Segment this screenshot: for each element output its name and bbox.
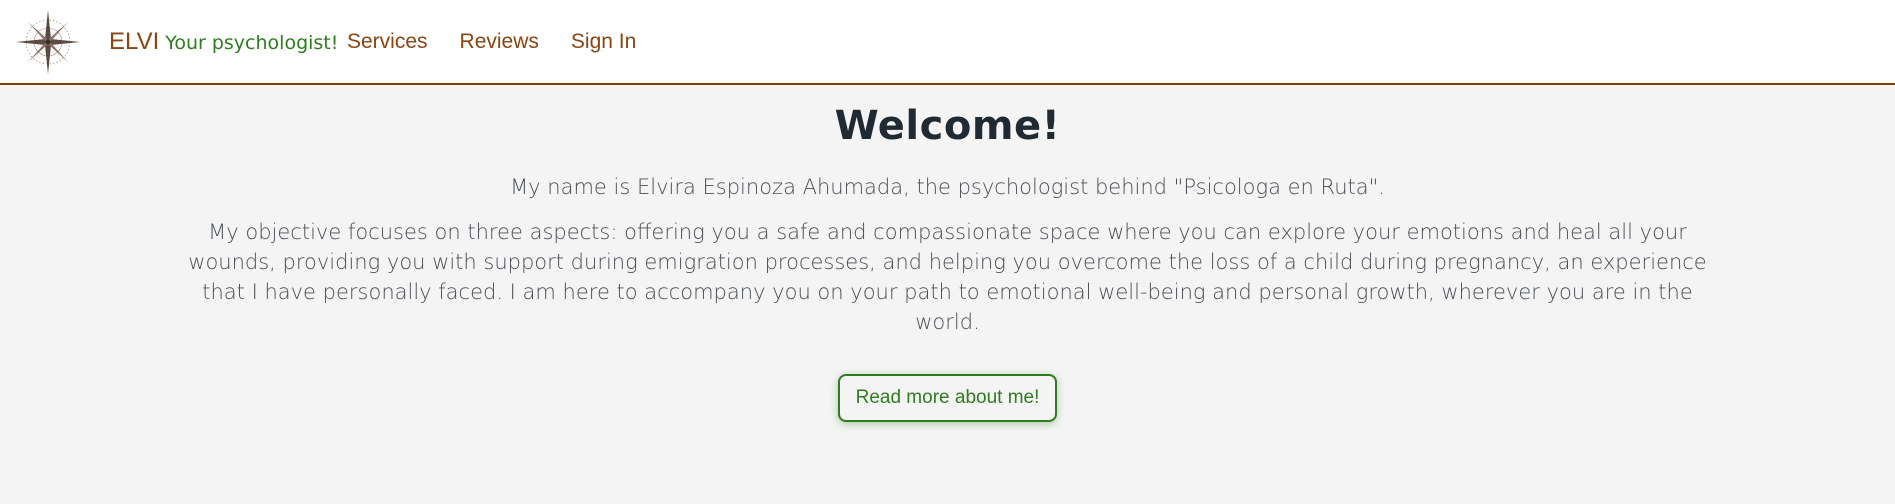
navbar: ELVI Your psychologist! Services Reviews… (0, 0, 1895, 85)
brand-name: ELVI (109, 28, 160, 55)
brand-tagline: Your psychologist! (165, 32, 339, 54)
read-more-button[interactable]: Read more about me! (837, 374, 1058, 422)
nav-link-reviews[interactable]: Reviews (460, 30, 539, 54)
brand[interactable]: ELVI Your psychologist! (109, 28, 338, 56)
nav-link-sign-in[interactable]: Sign In (571, 30, 636, 54)
main-nav: Services Reviews Sign In (347, 30, 668, 54)
page-title: Welcome! (834, 103, 1061, 149)
nav-link-services[interactable]: Services (347, 30, 428, 54)
objective-text: My objective focuses on three aspects: o… (188, 220, 1707, 334)
intro-text: My name is Elvira Espinoza Ahumada, the … (510, 175, 1385, 199)
welcome-section: Welcome! My name is Elvira Espinoza Ahum… (0, 87, 1895, 504)
compass-rose-icon[interactable] (14, 8, 82, 76)
